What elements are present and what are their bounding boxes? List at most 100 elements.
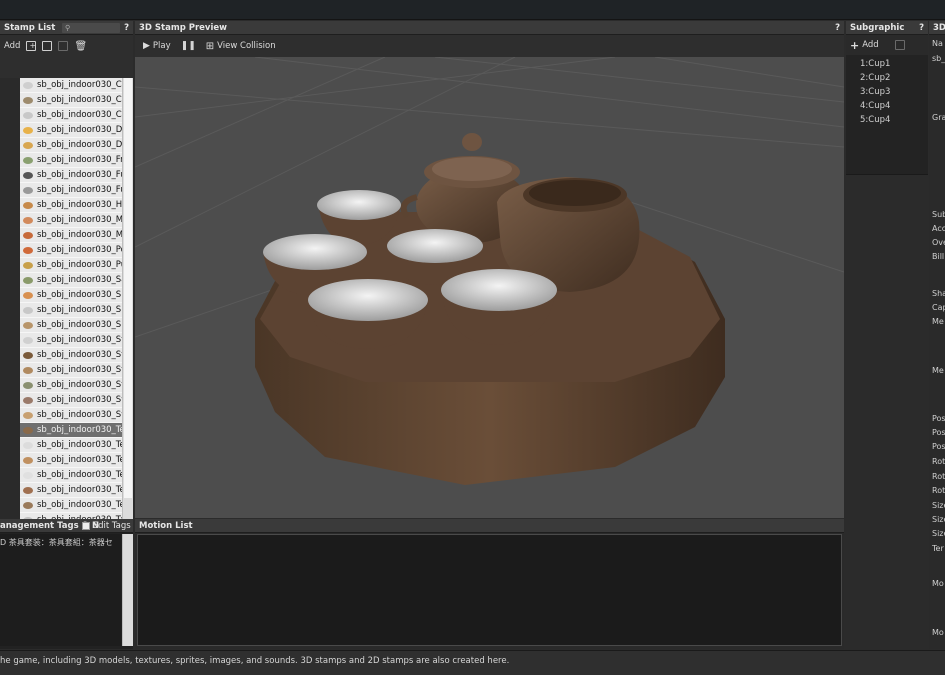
stamp-list-item[interactable]: sb_obj_indoor030_Fr (20, 153, 122, 168)
tags-content-area[interactable]: D 茶具套装：茶具套組：茶器セ (0, 534, 121, 646)
stamp-add-button[interactable]: Add (4, 41, 20, 51)
stamp-list-item[interactable]: sb_obj_indoor030_Sh (20, 303, 122, 318)
stamp-list-item[interactable]: sb_obj_indoor030_St (20, 363, 122, 378)
preview-help-button[interactable]: ? (835, 21, 840, 34)
stamp-thumbnail-icon (23, 202, 33, 209)
subgraphic-item[interactable]: 3:Cup3 (846, 85, 928, 99)
stamp-list-item[interactable]: sb_obj_indoor030_Te (20, 423, 122, 438)
stamp-list-item[interactable]: sb_obj_indoor030_He (20, 198, 122, 213)
subgraphic-item[interactable]: 4:Cup4 (846, 99, 928, 113)
stamp-list-item[interactable]: sb_obj_indoor030_Po (20, 243, 122, 258)
status-bar: he game, including 3D models, textures, … (0, 650, 945, 675)
title-bar (0, 0, 945, 20)
stamp-list-item[interactable]: sb_obj_indoor030_St (20, 378, 122, 393)
stamp-list-scroll-thumb[interactable] (124, 78, 132, 498)
stamp-list-item[interactable]: sb_obj_indoor030_Pu (20, 258, 122, 273)
stamp-thumbnail-icon (23, 187, 33, 194)
edit-tags-checkbox[interactable] (82, 521, 90, 530)
stamp-list-item[interactable]: sb_obj_indoor030_Sp (20, 318, 122, 333)
stamp-thumbnail-icon (23, 97, 33, 104)
subgraphic-list: 1:Cup1 2:Cup2 3:Cup3 4:Cup4 5:Cup4 (846, 55, 928, 127)
subgraphic-item[interactable]: 1:Cup1 (846, 57, 928, 71)
duplicate-icon[interactable] (42, 41, 53, 51)
stamp-list-item-label: sb_obj_indoor030_Te (37, 470, 122, 480)
stamp-list-item[interactable]: sb_obj_indoor030_St (20, 348, 122, 363)
property-label: Acc (932, 224, 945, 233)
stamp-list-item[interactable]: sb_obj_indoor030_Ch (20, 108, 122, 123)
stamp-list-item[interactable]: sb_obj_indoor030_Te (20, 438, 122, 453)
stamp-list-item[interactable]: sb_obj_indoor030_Fu (20, 168, 122, 183)
stamp-list-item[interactable]: sb_obj_indoor030_Ch (20, 93, 122, 108)
edit-tags-label: Edit Tags (92, 521, 131, 531)
stamp-thumbnail-icon (23, 157, 33, 164)
stamp-list-body: sb_obj_indoor030_Ch sb_obj_indoor030_Ch sb… (0, 78, 133, 523)
preview-title: 3D Stamp Preview (139, 23, 228, 33)
stamp-list-item-label: sb_obj_indoor030_Fr (37, 155, 122, 165)
property-label: Size (932, 515, 945, 524)
stamp-list-item[interactable]: sb_obj_indoor030_Sh (20, 288, 122, 303)
paste-icon (58, 41, 69, 51)
subgraphic-toolbar: + Add (846, 35, 928, 55)
subgraphic-help-button[interactable]: ? (919, 21, 924, 34)
stamp-list-scrollbar[interactable] (122, 78, 133, 523)
stamp-list-item[interactable]: sb_obj_indoor030_Fu (20, 183, 122, 198)
stamp-list-item-label: sb_obj_indoor030_Fu (37, 185, 122, 195)
subgraphic-header: Subgraphic ? (846, 21, 928, 35)
stamp-list-item[interactable]: sb_obj_indoor030_Mi (20, 213, 122, 228)
stamp-list-item-label: sb_obj_indoor030_St (37, 380, 122, 390)
property-label: Size (932, 529, 945, 538)
subgraphic-add-button[interactable]: + Add (850, 39, 879, 52)
edit-tags-toggle[interactable]: Edit Tags (82, 519, 131, 532)
stamp-list-item-label: sb_obj_indoor030_Ch (37, 110, 122, 120)
play-label: Play (152, 41, 171, 51)
3d-viewport[interactable] (135, 57, 844, 518)
property-label: Bill (932, 252, 945, 261)
motion-list-panel: Motion List (135, 519, 844, 649)
stamp-list-item[interactable]: sb_obj_indoor030_Sa (20, 273, 122, 288)
trash-icon[interactable]: 🗑 (74, 41, 87, 52)
play-button[interactable]: ▶ Play (143, 41, 171, 51)
pause-button[interactable]: ❚❚ (181, 41, 196, 51)
stamp-list-item-label: sb_obj_indoor030_He (37, 200, 122, 210)
stamp-list-title: Stamp List (4, 23, 56, 33)
search-icon: ⚲ (65, 24, 71, 32)
stamp-list-item-label: sb_obj_indoor030_St (37, 335, 122, 345)
stamp-preview-panel: 3D Stamp Preview ? ▶ Play ❚❚ ⊞ View Coll… (135, 21, 844, 518)
subgraphic-add-label: Add (862, 40, 879, 50)
stamp-thumbnail-icon (23, 277, 33, 284)
property-label: Cap (932, 303, 945, 312)
subgraphic-item[interactable]: 2:Cup2 (846, 71, 928, 85)
stamp-list-item[interactable]: sb_obj_indoor030_Te (20, 468, 122, 483)
subgraphic-item[interactable]: 5:Cup4 (846, 113, 928, 127)
stamp-thumbnail-icon (23, 472, 33, 479)
stamp-list-item[interactable]: sb_obj_indoor030_Te (20, 453, 122, 468)
subgraphic-properties-area (846, 174, 928, 649)
stamp-list-search-field[interactable]: ⚲ (62, 23, 120, 33)
new-stamp-icon[interactable]: + (26, 41, 37, 51)
stamp-list-item-label: sb_obj_indoor030_Sw (37, 410, 122, 420)
3d-properties-panel: 3D Na sb_ Gra Sub Acc Ove Bill Sha Cap Me Me Pos Pos… (929, 21, 945, 649)
property-label: Ter (932, 544, 944, 553)
stamp-list-item[interactable]: sb_obj_indoor030_De (20, 138, 122, 153)
stamp-thumbnail-icon (23, 292, 33, 299)
stamp-list-item[interactable]: sb_obj_indoor030_Mi (20, 228, 122, 243)
view-collision-button[interactable]: ⊞ View Collision (206, 41, 276, 52)
stamp-thumbnail-icon (23, 382, 33, 389)
tags-scrollbar[interactable] (122, 534, 133, 646)
property-label: Sha (932, 289, 945, 298)
stamp-thumbnail-icon (23, 457, 33, 464)
stamp-list-item[interactable]: sb_obj_indoor030_Sw (20, 408, 122, 423)
stamp-list-item[interactable]: sb_obj_indoor030_Da (20, 123, 122, 138)
stamp-list-help-button[interactable]: ? (124, 21, 129, 34)
stamp-list-item[interactable]: sb_obj_indoor030_Ch (20, 78, 122, 93)
stamp-list-item[interactable]: sb_obj_indoor030_Sw (20, 393, 122, 408)
status-text: he game, including 3D models, textures, … (0, 656, 510, 666)
stamp-list-item[interactable]: sb_obj_indoor030_St (20, 333, 122, 348)
stamp-list-item[interactable]: sb_obj_indoor030_Te (20, 483, 122, 498)
stamp-list-item-label: sb_obj_indoor030_Po (37, 245, 122, 255)
stamp-thumbnail-icon (23, 82, 33, 89)
stamp-list-item-label: sb_obj_indoor030_De (37, 140, 122, 150)
motion-list-body[interactable] (137, 534, 842, 646)
3d-properties-title: 3D (933, 23, 945, 33)
stamp-list-item[interactable]: sb_obj_indoor030_Te (20, 498, 122, 513)
